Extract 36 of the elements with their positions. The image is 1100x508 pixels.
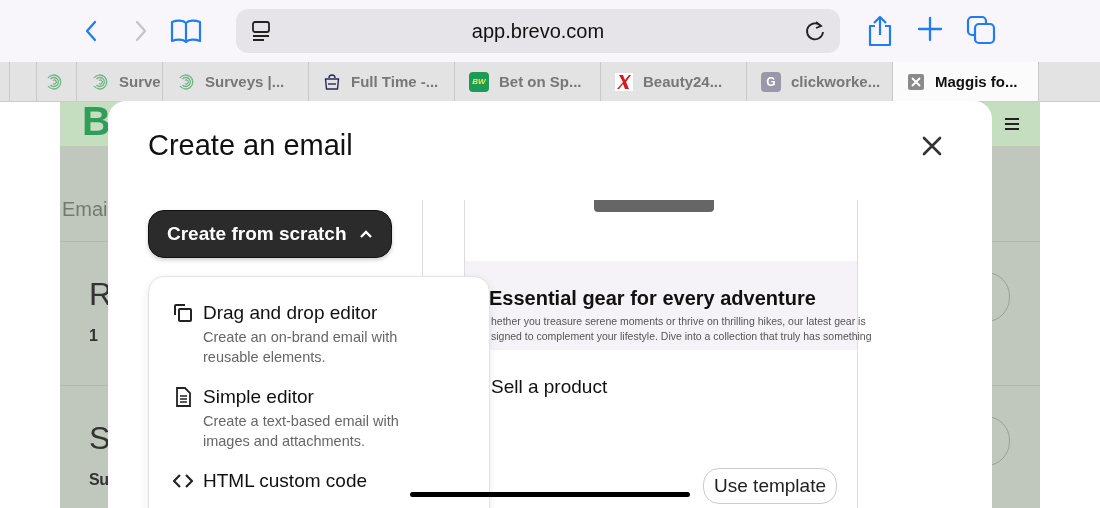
row-subtitle: 1 — [89, 327, 98, 345]
create-from-scratch-button[interactable]: Create from scratch — [148, 210, 392, 258]
preview-paragraph: hether you treasure serene moments or thrive on thrilling hikes, our latest gear is signed to complement your lifestyle. Dive into a collection that truly has something — [491, 314, 872, 344]
menu-item-description: Create a text-based email with images and attachments. — [203, 412, 400, 451]
logo: B — [82, 98, 111, 144]
template-name: Sell a product — [491, 376, 609, 398]
book-icon[interactable] — [170, 18, 202, 44]
menu-item[interactable]: Simple editor — [203, 385, 489, 409]
modal-title: Create an email — [148, 129, 353, 162]
favicon: BW — [469, 71, 489, 92]
browser-tab[interactable]: Maggis fo... — [893, 62, 1039, 101]
menu-item[interactable]: Drag and drop editor — [203, 301, 489, 325]
document-icon — [173, 387, 193, 407]
close-icon — [907, 72, 925, 91]
spiral-icon — [45, 72, 63, 91]
caret-icon — [358, 229, 373, 239]
address-bar[interactable]: app.brevo.com — [236, 9, 840, 53]
copy-icon — [173, 303, 193, 323]
use-template-button[interactable]: Use template — [703, 468, 837, 504]
favicon: G — [761, 71, 781, 92]
bag-icon — [323, 72, 341, 91]
spiral-icon — [91, 72, 109, 91]
reader-icon[interactable] — [250, 20, 272, 42]
preview-heading: Essential gear for every adventure — [489, 287, 817, 310]
menu-item[interactable]: HTML custom code — [203, 469, 489, 493]
share-icon[interactable] — [866, 15, 894, 47]
reload-icon[interactable] — [804, 20, 826, 42]
spiral-icon — [177, 72, 195, 91]
x-mark-icon — [615, 72, 633, 91]
menu-icon[interactable] — [1004, 117, 1020, 131]
menu-item-description: Create an on-brand email with reusable elements. — [203, 328, 399, 367]
row-subtitle: Su — [89, 471, 109, 489]
plus-icon[interactable] — [916, 15, 944, 43]
url-text: app.brevo.com — [470, 19, 606, 43]
tabs-icon[interactable] — [966, 15, 996, 45]
row-title: S — [89, 420, 111, 457]
